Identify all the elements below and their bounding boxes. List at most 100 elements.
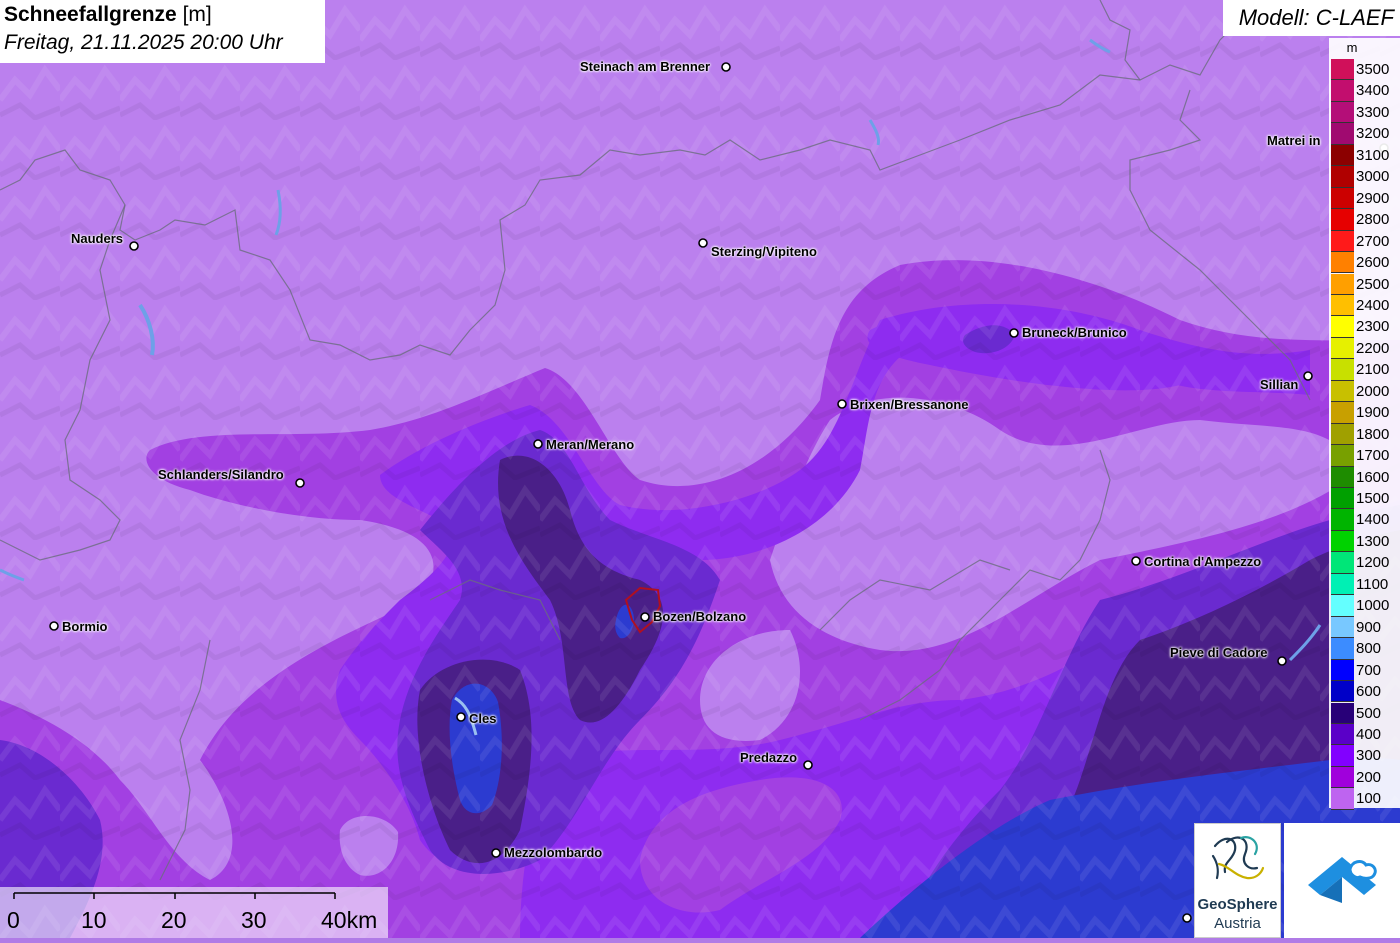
legend-row-1800: 1800 bbox=[1331, 423, 1400, 446]
map-datetime: Freitag, 21.11.2025 20:00 Uhr bbox=[4, 31, 283, 54]
legend-label: 2400 bbox=[1356, 296, 1390, 314]
city-label-schlanders: Schlanders/Silandro bbox=[158, 467, 284, 482]
legend-label: 2600 bbox=[1356, 254, 1390, 272]
legend-label: 1500 bbox=[1356, 490, 1390, 507]
legend-label: 3400 bbox=[1356, 82, 1390, 100]
legend-swatch bbox=[1331, 702, 1354, 724]
legend-row-2600: 2600 bbox=[1331, 252, 1400, 274]
legend-label: 3200 bbox=[1356, 125, 1390, 143]
legend-label: 200 bbox=[1356, 768, 1382, 786]
legend-label: 1600 bbox=[1356, 468, 1390, 486]
legend-label: 1100 bbox=[1356, 575, 1389, 593]
legend-label: 300 bbox=[1356, 747, 1382, 765]
legend-row-2200: 2200 bbox=[1331, 337, 1400, 360]
legend-swatch bbox=[1331, 380, 1354, 403]
legend-swatch bbox=[1331, 616, 1354, 639]
map-title: Schneefallgrenze [m] bbox=[4, 3, 212, 26]
legend-row-1400: 1400 bbox=[1331, 509, 1400, 531]
legend-swatch bbox=[1331, 294, 1354, 317]
legend-row-1300: 1300 bbox=[1331, 530, 1400, 553]
legend-swatch bbox=[1331, 766, 1354, 789]
city-label-mezzolombardo: Mezzolombardo bbox=[504, 845, 603, 860]
legend-row-2400: 2400 bbox=[1331, 294, 1400, 317]
city-label-matrei: Matrei in bbox=[1267, 133, 1321, 148]
legend-row-3000: 3000 bbox=[1331, 166, 1400, 188]
legend-label: 700 bbox=[1356, 661, 1382, 679]
map-title-box: Schneefallgrenze [m] Freitag, 21.11.2025… bbox=[0, 0, 325, 63]
legend-row-1100: 1100 bbox=[1331, 573, 1400, 596]
geosphere-austria-logo[interactable]: GeoSphere Austria bbox=[1194, 823, 1281, 938]
legend-row-2900: 2900 bbox=[1331, 187, 1400, 210]
legend-label: 500 bbox=[1356, 704, 1382, 722]
legend-swatch bbox=[1331, 101, 1354, 124]
city-label-bozen: Bozen/Bolzano bbox=[653, 609, 747, 624]
legend-label: 3100 bbox=[1356, 146, 1390, 164]
legend-swatch bbox=[1331, 252, 1354, 274]
legend-label: 2000 bbox=[1356, 382, 1390, 400]
legend-label: 1400 bbox=[1356, 511, 1390, 529]
legend-swatch bbox=[1331, 552, 1354, 574]
legend-label: 100 bbox=[1356, 790, 1382, 808]
scale-label-20: 20 bbox=[161, 907, 187, 933]
legend-label: 2700 bbox=[1356, 232, 1390, 250]
legend-swatch bbox=[1331, 337, 1354, 360]
legend-label: 1000 bbox=[1356, 597, 1390, 615]
legend-row-200: 200 bbox=[1331, 766, 1400, 789]
legend-label: 2100 bbox=[1356, 361, 1390, 379]
legend-swatch bbox=[1331, 359, 1354, 381]
legend-label: 2800 bbox=[1356, 211, 1390, 229]
city-label-pieve: Pieve di Cadore bbox=[1170, 645, 1268, 660]
legend-swatch bbox=[1331, 209, 1354, 231]
scale-label-0: 0 bbox=[7, 907, 20, 933]
legend-label: 1200 bbox=[1356, 554, 1390, 572]
cloud-arrow-logo[interactable] bbox=[1284, 823, 1400, 938]
legend-label: 800 bbox=[1356, 640, 1382, 658]
model-label: Modell: C-LAEF bbox=[1238, 5, 1394, 30]
legend-label: 2300 bbox=[1356, 318, 1390, 336]
legend-row-600: 600 bbox=[1331, 681, 1400, 703]
city-label-nauders: Nauders bbox=[71, 231, 124, 246]
model-box: Modell: C-LAEF bbox=[1223, 0, 1400, 36]
legend-label: 1900 bbox=[1356, 404, 1390, 422]
scale-label-40km: 40km bbox=[321, 907, 378, 933]
legend-row-700: 700 bbox=[1331, 659, 1400, 682]
legend-swatch bbox=[1331, 230, 1354, 253]
legend-label: 1300 bbox=[1356, 532, 1390, 550]
legend-row-2100: 2100 bbox=[1331, 359, 1400, 381]
city-label-sillian: Sillian bbox=[1260, 377, 1299, 392]
legend-swatch bbox=[1331, 80, 1354, 102]
legend-swatch bbox=[1331, 273, 1354, 295]
legend-swatch bbox=[1331, 466, 1354, 488]
city-label-meran: Meran/Merano bbox=[546, 437, 635, 452]
legend-row-1000: 1000 bbox=[1331, 595, 1400, 617]
legend-swatch bbox=[1331, 402, 1354, 424]
legend-swatch bbox=[1331, 123, 1354, 145]
legend-label: 900 bbox=[1356, 618, 1382, 636]
legend-label: 1700 bbox=[1356, 447, 1390, 465]
legend-row-1900: 1900 bbox=[1331, 402, 1400, 424]
city-label-steinach: Steinach am Brenner bbox=[580, 59, 711, 74]
geosphere-logo-line1: GeoSphere bbox=[1197, 896, 1278, 913]
legend-label: 3000 bbox=[1356, 168, 1390, 186]
legend-row-3200: 3200 bbox=[1331, 123, 1400, 145]
legend-swatch bbox=[1331, 509, 1354, 531]
geosphere-logo-line2: Austria bbox=[1214, 915, 1261, 932]
legend-row-3100: 3100 bbox=[1331, 144, 1400, 167]
city-label-cortina: Cortina d'Ampezzo bbox=[1144, 554, 1262, 569]
legend-label: 400 bbox=[1356, 725, 1382, 743]
legend-swatch bbox=[1331, 423, 1354, 446]
legend-swatch bbox=[1331, 745, 1354, 767]
legend-row-400: 400 bbox=[1331, 723, 1400, 746]
legend-swatch bbox=[1331, 681, 1354, 703]
scale-label-10: 10 bbox=[81, 907, 107, 933]
legend-row-100: 100 bbox=[1331, 788, 1400, 810]
legend-row-2800: 2800 bbox=[1331, 209, 1400, 231]
scale-bar: 0 10 20 30 40km bbox=[0, 887, 388, 938]
legend-row-1500: 1500 bbox=[1331, 488, 1400, 510]
legend-label: 2900 bbox=[1356, 189, 1390, 207]
legend-swatch bbox=[1331, 659, 1354, 682]
legend-unit: m bbox=[1346, 40, 1358, 55]
legend-swatch bbox=[1331, 638, 1354, 660]
legend-swatch bbox=[1331, 723, 1354, 746]
scale-label-30: 30 bbox=[241, 907, 267, 933]
